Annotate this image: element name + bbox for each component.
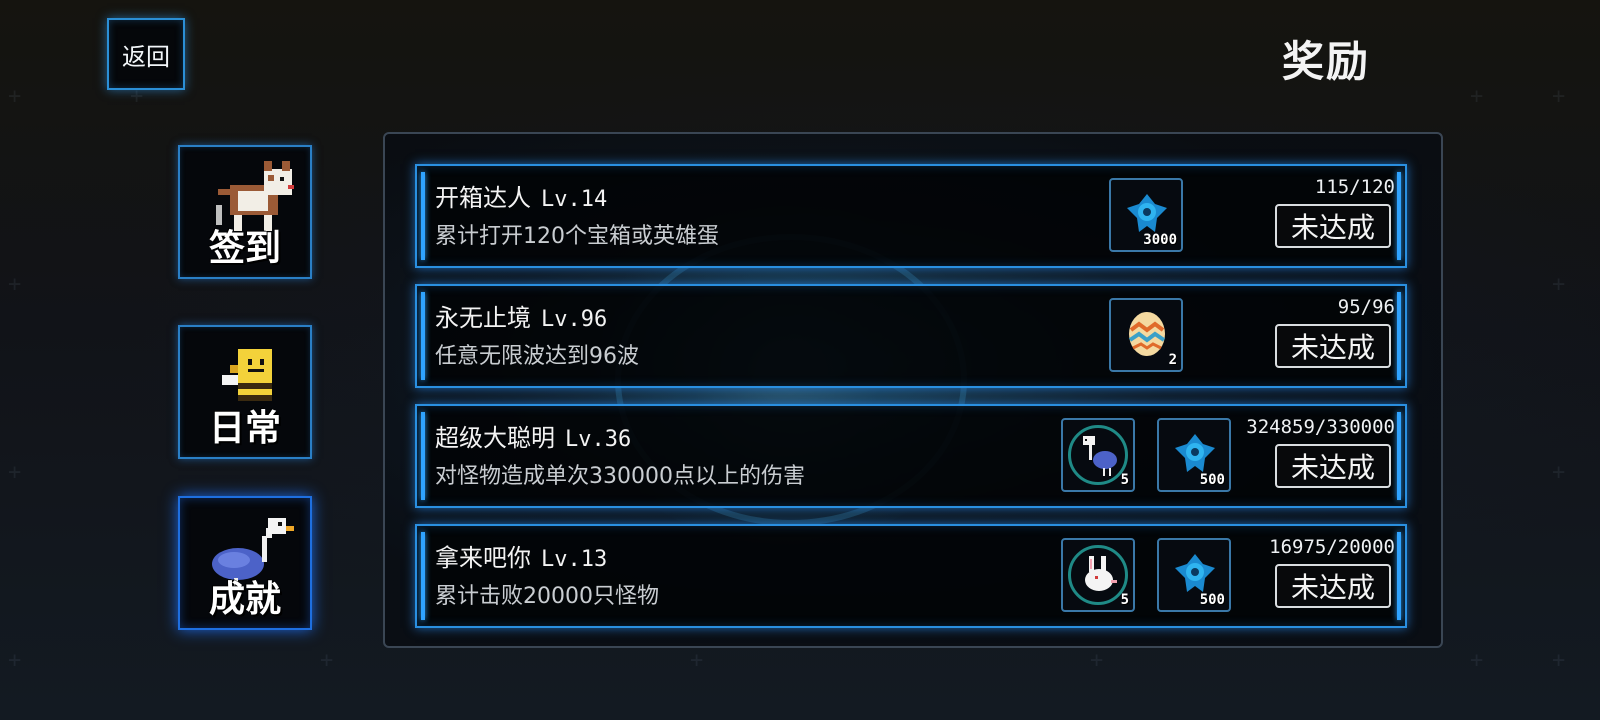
reward-count: 5 xyxy=(1120,592,1129,608)
grid-mark: + xyxy=(1552,272,1566,297)
achievement-title: 开箱达人 xyxy=(435,184,531,212)
grid-mark: + xyxy=(1552,648,1566,673)
ostrich-pet-icon xyxy=(1083,436,1117,476)
achievement-title-line: 开箱达人 Lv.14 xyxy=(435,178,607,213)
back-button[interactable]: 返回 xyxy=(107,18,185,90)
achievement-progress: 16975/20000 xyxy=(1269,536,1395,558)
blue-crystal-icon xyxy=(1175,434,1215,472)
grid-mark: + xyxy=(8,272,22,297)
achievement-progress: 115/120 xyxy=(1314,176,1395,198)
grid-mark: + xyxy=(1552,460,1566,485)
achievement-row: 永无止境 Lv.96 任意无限波达到96波 2 95/96 未达成 xyxy=(415,284,1407,388)
grid-mark: + xyxy=(1470,84,1484,109)
status-button[interactable]: 未达成 xyxy=(1275,324,1391,368)
achievement-progress: 95/96 xyxy=(1337,296,1395,318)
achievement-desc: 任意无限波达到96波 xyxy=(435,344,639,369)
grid-mark: + xyxy=(1090,648,1104,673)
reward-screen: + + + + + + + + + + + + + + 返回 奖励 签到 日常 … xyxy=(0,0,1600,720)
grid-mark: + xyxy=(690,648,704,673)
grid-mark: + xyxy=(8,648,22,673)
achievement-title: 超级大聪明 xyxy=(435,424,555,452)
achievement-title-line: 拿来吧你 Lv.13 xyxy=(435,538,607,573)
achievement-row: 开箱达人 Lv.14 累计打开120个宝箱或英雄蛋 3000 115/120 未达… xyxy=(415,164,1407,268)
grid-mark: + xyxy=(320,648,334,673)
achievement-level: Lv.96 xyxy=(541,307,608,332)
achievement-desc: 对怪物造成单次330000点以上的伤害 xyxy=(435,464,805,489)
achievement-level: Lv.13 xyxy=(541,547,608,572)
reward-count: 2 xyxy=(1168,352,1177,368)
grid-mark: + xyxy=(1470,648,1484,673)
achievement-level: Lv.14 xyxy=(541,187,608,212)
hero-egg-icon xyxy=(1128,312,1166,356)
achievement-progress: 324859/330000 xyxy=(1246,416,1395,438)
reward-count: 500 xyxy=(1199,592,1225,608)
achievement-title-line: 超级大聪明 Lv.36 xyxy=(435,418,631,453)
status-button[interactable]: 未达成 xyxy=(1275,564,1391,608)
reward-slot[interactable]: 500 xyxy=(1157,538,1231,612)
achievement-row: 超级大聪明 Lv.36 对怪物造成单次330000点以上的伤害 5 500 32… xyxy=(415,404,1407,508)
status-button[interactable]: 未达成 xyxy=(1275,204,1391,248)
achievement-title-line: 永无止境 Lv.96 xyxy=(435,298,607,333)
page-title: 奖励 xyxy=(1281,37,1370,86)
achievement-panel[interactable]: 开箱达人 Lv.14 累计打开120个宝箱或英雄蛋 3000 115/120 未达… xyxy=(383,132,1443,648)
reward-count: 5 xyxy=(1120,472,1129,488)
achievement-desc: 累计打开120个宝箱或英雄蛋 xyxy=(435,224,719,249)
reward-slot[interactable]: 5 xyxy=(1061,418,1135,492)
achievement-title: 永无止境 xyxy=(435,304,531,332)
rabbit-pet-icon xyxy=(1085,556,1117,591)
reward-slot[interactable]: 5 xyxy=(1061,538,1135,612)
reward-slot[interactable]: 500 xyxy=(1157,418,1231,492)
grid-mark: + xyxy=(8,84,22,109)
achievement-title: 拿来吧你 xyxy=(435,544,531,572)
grid-mark: + xyxy=(8,460,22,485)
reward-count: 500 xyxy=(1199,472,1225,488)
tab-label: 日常 xyxy=(208,408,281,449)
tab-label: 成就 xyxy=(208,579,281,620)
blue-crystal-icon xyxy=(1127,194,1167,232)
tab-daily[interactable]: 日常 xyxy=(178,325,312,459)
reward-slot[interactable]: 2 xyxy=(1109,298,1183,372)
tab-achievements[interactable]: 成就 xyxy=(178,496,312,630)
achievement-level: Lv.36 xyxy=(565,427,632,452)
reward-count: 3000 xyxy=(1143,232,1177,248)
achievement-row: 拿来吧你 Lv.13 累计击败20000只怪物 5 500 16975/2000… xyxy=(415,524,1407,628)
grid-mark: + xyxy=(1552,84,1566,109)
tab-label: 签到 xyxy=(208,228,281,269)
status-button[interactable]: 未达成 xyxy=(1275,444,1391,488)
reward-slot[interactable]: 3000 xyxy=(1109,178,1183,252)
achievement-desc: 累计击败20000只怪物 xyxy=(435,584,659,609)
tab-sign-in[interactable]: 签到 xyxy=(178,145,312,279)
blue-crystal-icon xyxy=(1175,554,1215,592)
